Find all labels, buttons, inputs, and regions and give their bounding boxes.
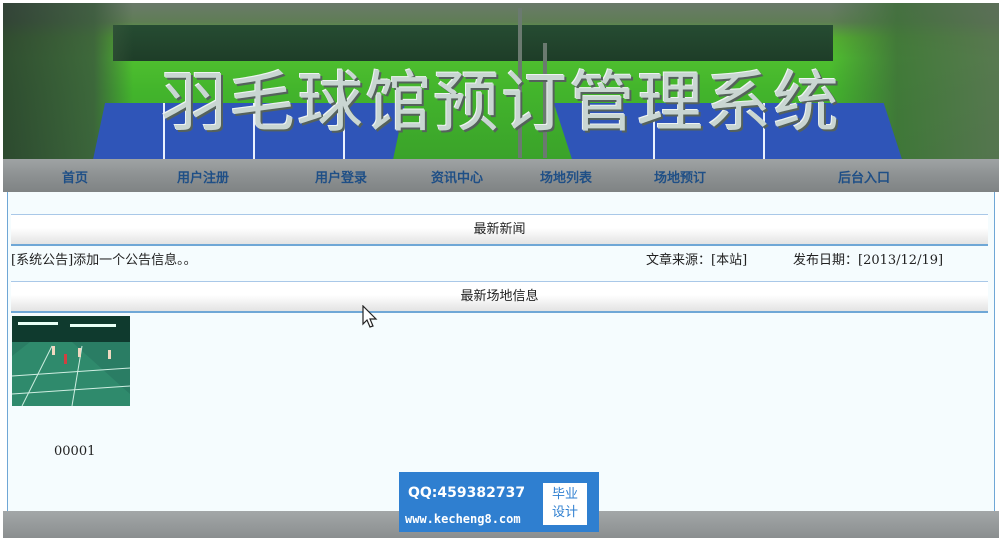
watermark-badge: QQ:459382737 www.kecheng8.com 毕业 设计 bbox=[399, 472, 599, 532]
main-content: 最新新闻 [系统公告]添加一个公告信息。。 文章来源：[本站] 发布日期：[20… bbox=[7, 192, 995, 514]
watermark-label-line1: 毕业 bbox=[551, 487, 578, 502]
watermark-label-box: 毕业 设计 bbox=[543, 483, 587, 525]
venue-name[interactable]: 00001 bbox=[54, 444, 95, 459]
mouse-pointer-icon bbox=[362, 305, 378, 328]
watermark-label-line2: 设计 bbox=[551, 505, 578, 520]
nav-register[interactable]: 用户注册 bbox=[177, 167, 229, 186]
news-row: [系统公告]添加一个公告信息。。 文章来源：[本站] 发布日期：[2013/12… bbox=[11, 249, 988, 268]
nav-admin[interactable]: 后台入口 bbox=[838, 167, 890, 186]
news-title-link[interactable]: [系统公告]添加一个公告信息。。 bbox=[11, 249, 197, 268]
nav-home[interactable]: 首页 bbox=[62, 167, 88, 186]
venue-section-title: 最新场地信息 bbox=[11, 281, 988, 313]
site-title: 羽毛球馆预订管理系统 bbox=[161, 64, 841, 141]
watermark-qq: QQ:459382737 bbox=[408, 485, 526, 501]
nav-venue-list[interactable]: 场地列表 bbox=[540, 167, 592, 186]
news-source: 文章来源：[本站] bbox=[646, 253, 748, 268]
header-banner: 羽毛球馆预订管理系统 bbox=[3, 3, 999, 160]
main-nav: 首页 用户注册 用户登录 资讯中心 场地列表 场地预订 后台入口 bbox=[3, 159, 999, 192]
badminton-hall-photo bbox=[12, 316, 130, 406]
news-date: 发布日期：[2013/12/19] bbox=[793, 253, 944, 268]
nav-login[interactable]: 用户登录 bbox=[315, 167, 367, 186]
watermark-site: www.kecheng8.com bbox=[405, 512, 521, 526]
venue-thumbnail[interactable] bbox=[12, 316, 130, 406]
nav-venue-booking[interactable]: 场地预订 bbox=[654, 167, 706, 186]
nav-news-center[interactable]: 资讯中心 bbox=[431, 167, 483, 186]
news-section-title: 最新新闻 bbox=[11, 214, 988, 246]
